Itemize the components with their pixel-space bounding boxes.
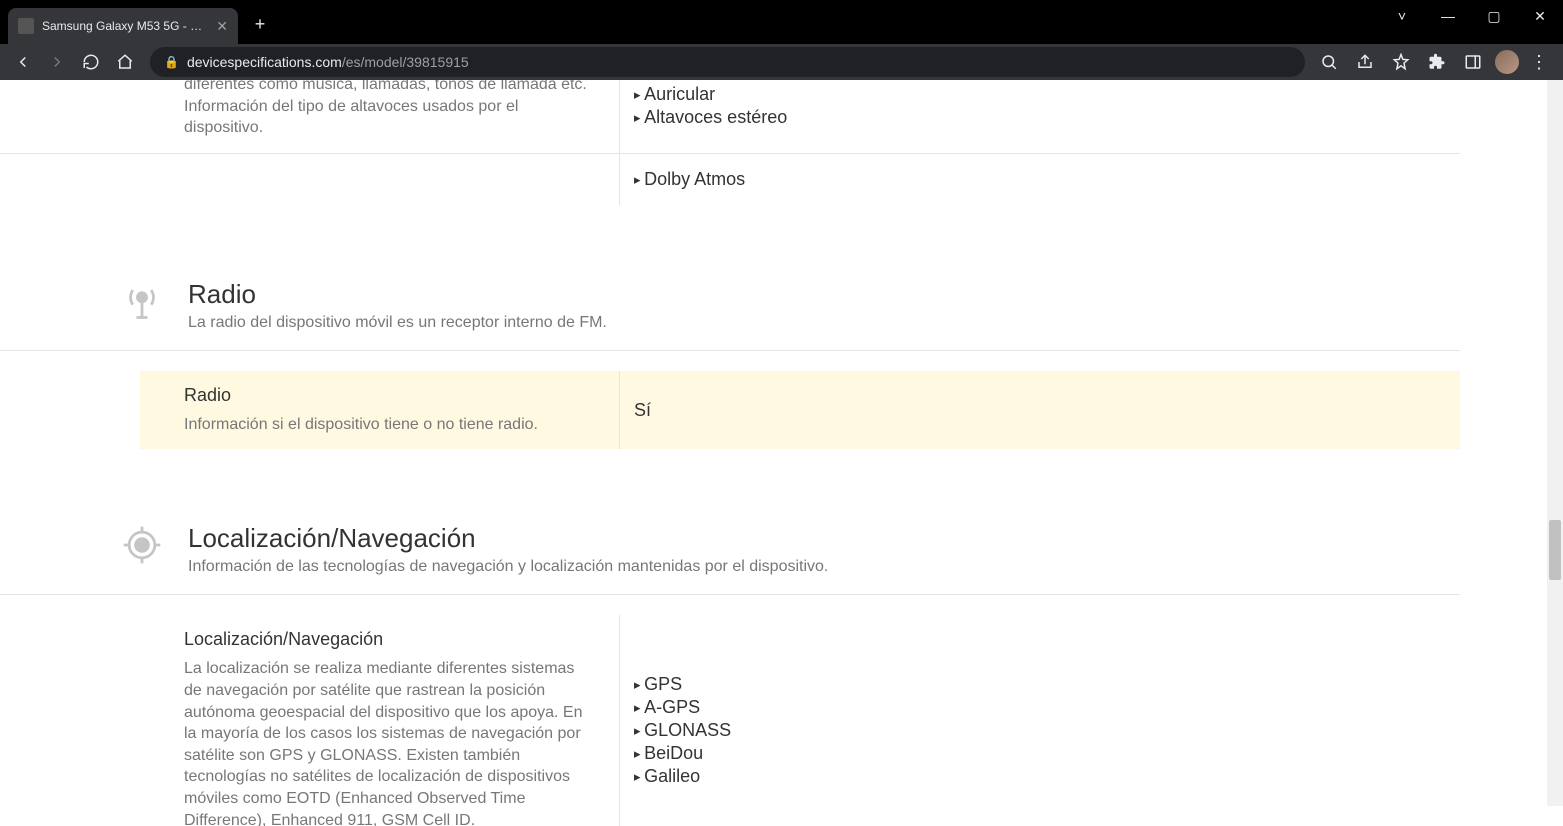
home-button[interactable] (110, 47, 140, 77)
spec-desc: diferentes como música, llamadas, tonos … (184, 80, 591, 139)
back-button[interactable] (8, 47, 38, 77)
window-titlebar: Samsung Galaxy M53 5G - Carac ✕ + ˅ — ▢ … (0, 0, 1563, 44)
spec-desc: La localización se realiza mediante dife… (184, 658, 591, 826)
section-title: Radio (188, 279, 607, 310)
search-icon[interactable] (1315, 48, 1343, 76)
spec-value: Sí (634, 400, 1450, 421)
section-subtitle: La radio del dispositivo móvil es un rec… (188, 314, 607, 332)
spec-value-list: GPS A-GPS GLONASS BeiDou Galileo (634, 673, 1450, 788)
forward-button[interactable] (42, 47, 72, 77)
list-item: GPS (634, 673, 1450, 696)
page-viewport: diferentes como música, llamadas, tonos … (0, 80, 1563, 826)
section-header-location: Localización/Navegación Información de l… (0, 499, 1460, 595)
list-item: BeiDou (634, 742, 1450, 765)
chevron-down-icon[interactable]: ˅ (1379, 0, 1425, 32)
list-item: A-GPS (634, 696, 1450, 719)
menu-icon[interactable]: ⋮ (1527, 52, 1551, 73)
list-item: Galileo (634, 765, 1450, 788)
extensions-icon[interactable] (1423, 48, 1451, 76)
new-tab-button[interactable]: + (248, 14, 272, 35)
page-content: diferentes como música, llamadas, tonos … (0, 80, 1563, 806)
tab-favicon (18, 18, 34, 34)
scrollbar-thumb[interactable] (1549, 520, 1561, 580)
bookmark-icon[interactable] (1387, 48, 1415, 76)
side-panel-icon[interactable] (1459, 48, 1487, 76)
share-icon[interactable] (1351, 48, 1379, 76)
tab-title: Samsung Galaxy M53 5G - Carac (42, 19, 208, 33)
toolbar-right: ⋮ (1315, 48, 1555, 76)
url-domain: devicespecifications.com (187, 54, 342, 70)
list-item: Altavoces estéreo (634, 106, 1450, 129)
section-header-radio: Radio La radio del dispositivo móvil es … (0, 255, 1460, 351)
window-controls: ˅ — ▢ ✕ (1379, 0, 1563, 32)
spec-row-radio: Radio Información si el dispositivo tien… (140, 371, 1460, 450)
spec-name: Localización/Navegación (184, 629, 591, 650)
close-window-button[interactable]: ✕ (1517, 0, 1563, 32)
url-path: /es/model/39815915 (342, 54, 469, 70)
scrollbar-track[interactable] (1547, 80, 1563, 806)
spec-value-list: Auricular Altavoces estéreo (634, 83, 1450, 129)
list-item: Auricular (634, 83, 1450, 106)
close-tab-icon[interactable]: ✕ (216, 18, 228, 35)
address-bar[interactable]: 🔒 devicespecifications.com/es/model/3981… (150, 47, 1305, 77)
reload-button[interactable] (76, 47, 106, 77)
minimize-button[interactable]: — (1425, 0, 1471, 32)
profile-avatar[interactable] (1495, 50, 1519, 74)
section-title: Localización/Navegación (188, 523, 828, 554)
lock-icon: 🔒 (164, 55, 179, 69)
spec-value-list: Dolby Atmos (634, 168, 1450, 191)
browser-tab-active[interactable]: Samsung Galaxy M53 5G - Carac ✕ (8, 8, 238, 44)
maximize-button[interactable]: ▢ (1471, 0, 1517, 32)
section-subtitle: Información de las tecnologías de navega… (188, 558, 828, 576)
browser-toolbar: 🔒 devicespecifications.com/es/model/3981… (0, 44, 1563, 80)
list-item: Dolby Atmos (634, 168, 1450, 191)
spec-row-location: Localización/Navegación La localización … (0, 615, 1460, 826)
spec-desc: Información si el dispositivo tiene o no… (184, 414, 591, 436)
spec-name: Radio (184, 385, 591, 406)
spec-row-altavoz-extra: Dolby Atmos (0, 154, 1460, 205)
list-item: GLONASS (634, 719, 1450, 742)
location-icon (120, 523, 164, 567)
radio-icon (120, 279, 164, 323)
spec-row-altavoz: diferentes como música, llamadas, tonos … (0, 80, 1460, 154)
